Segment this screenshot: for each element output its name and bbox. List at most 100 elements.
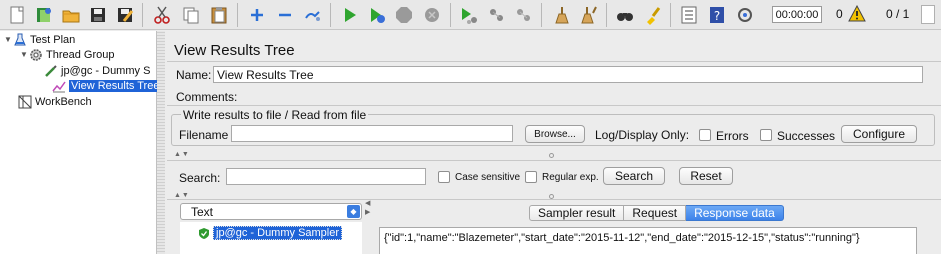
new-icon[interactable] <box>6 4 28 26</box>
renderer-select-value: Text <box>191 204 214 219</box>
options-icon[interactable] <box>734 4 756 26</box>
paste-icon[interactable] <box>208 4 230 26</box>
successes-label: Successes <box>777 129 836 143</box>
success-shield-icon <box>199 228 209 239</box>
toolbar-separator <box>541 3 542 27</box>
gear-icon <box>30 48 42 61</box>
collapse-left-icon[interactable]: ◀ <box>365 199 371 207</box>
response-data-area[interactable]: {"id":1,"name":"Blazemeter","start_date"… <box>379 227 917 254</box>
expand-triangle-icon[interactable]: ▼ <box>4 35 13 44</box>
help-icon[interactable]: ? <box>706 4 728 26</box>
name-label: Name: <box>176 68 212 82</box>
clear-all-icon[interactable] <box>578 4 600 26</box>
toolbar-separator <box>237 3 238 27</box>
name-field[interactable]: View Results Tree <box>213 66 923 83</box>
expand-triangle-icon[interactable]: ▼ <box>20 50 29 59</box>
result-item-label: jp@gc - Dummy Sampler <box>213 226 343 240</box>
tree-node-label: View Results Tree <box>69 79 162 92</box>
graph-icon <box>52 81 66 92</box>
response-body: {"id":1,"name":"Blazemeter","start_date"… <box>384 232 860 244</box>
reset-search-icon[interactable] <box>642 4 664 26</box>
tab-response-data[interactable]: Response data <box>686 205 784 221</box>
save-icon[interactable] <box>87 4 109 26</box>
toolbar-separator <box>606 3 607 27</box>
successes-checkbox[interactable] <box>760 129 772 141</box>
page-title: View Results Tree <box>174 42 295 59</box>
chevron-updown-icon: ◆ <box>347 205 360 218</box>
divider <box>167 160 941 161</box>
flask-icon <box>14 33 26 45</box>
filename-label: Filename <box>179 128 229 142</box>
pipette-icon <box>45 64 57 77</box>
toolbar-separator <box>450 3 451 27</box>
save-as-icon[interactable] <box>114 4 136 26</box>
regex-checkbox[interactable] <box>525 171 537 183</box>
copy-icon[interactable] <box>180 4 202 26</box>
start-no-pauses-icon[interactable] <box>366 4 388 26</box>
error-count: 0 <box>836 7 843 21</box>
expand-right-icon[interactable]: ▶ <box>365 208 371 216</box>
active-threads: 0 / 1 <box>886 7 910 21</box>
tab-request[interactable]: Request <box>624 205 687 221</box>
tree-node-test-plan[interactable]: ▼ Test Plan <box>4 32 75 47</box>
browse-button[interactable]: Browse... <box>525 125 585 143</box>
results-list: jp@gc - Dummy Sampler <box>180 222 362 254</box>
divider <box>167 199 941 200</box>
split-pane-divider[interactable] <box>157 31 165 254</box>
search-button[interactable]: Search <box>603 167 665 185</box>
tab-sampler-result[interactable]: Sampler result <box>529 205 625 221</box>
reset-button[interactable]: Reset <box>679 167 733 185</box>
svg-text:?: ? <box>714 9 720 23</box>
view-results-tree-panel: View Results Tree Name: View Results Tre… <box>167 31 941 254</box>
toolbar-separator <box>330 3 331 27</box>
warning-icon[interactable] <box>848 5 866 23</box>
search-input[interactable] <box>226 168 426 185</box>
shutdown-icon[interactable] <box>421 4 443 26</box>
search-icon[interactable] <box>614 4 636 26</box>
tree-node-label: WorkBench <box>35 95 92 108</box>
divider <box>167 61 941 62</box>
tree-node-dummy-sampler[interactable]: jp@gc - Dummy S <box>44 63 150 78</box>
tree-node-thread-group[interactable]: ▼ Thread Group <box>20 47 114 62</box>
log-display-label: Log/Display Only: <box>595 128 690 142</box>
function-helper-icon[interactable] <box>678 4 700 26</box>
divider <box>167 105 941 106</box>
case-sensitive-label: Case sensitive <box>455 172 521 183</box>
splitter-handle-icon[interactable] <box>549 153 554 158</box>
start-icon[interactable] <box>339 4 361 26</box>
errors-checkbox[interactable] <box>699 129 711 141</box>
collapse-arrows-icon[interactable]: ▲▼ <box>174 151 190 158</box>
remote-stop-icon[interactable] <box>485 4 507 26</box>
collapse-arrows-icon[interactable]: ▲▼ <box>174 192 190 199</box>
remote-shutdown-icon[interactable] <box>512 4 534 26</box>
workbench-icon <box>18 95 32 108</box>
stop-icon[interactable] <box>393 4 415 26</box>
toolbar-separator <box>142 3 143 27</box>
filename-field[interactable] <box>231 125 513 142</box>
open-icon[interactable] <box>60 4 82 26</box>
elapsed-timer: 00:00:00 <box>772 6 822 23</box>
comments-label: Comments: <box>176 90 238 104</box>
toggle-icon[interactable] <box>302 4 324 26</box>
result-item[interactable]: jp@gc - Dummy Sampler <box>198 226 343 240</box>
collapse-icon[interactable] <box>274 4 296 26</box>
remote-start-icon[interactable] <box>458 4 480 26</box>
results-split-divider[interactable]: ◀ ▶ <box>365 199 375 254</box>
case-sensitive-checkbox[interactable] <box>438 171 450 183</box>
tree-node-view-results-tree[interactable]: View Results Tree <box>52 78 162 93</box>
clear-icon[interactable] <box>550 4 572 26</box>
templates-icon[interactable] <box>33 4 55 26</box>
file-group-legend: Write results to file / Read from file <box>181 108 369 122</box>
tree-node-label: Test Plan <box>30 33 76 46</box>
renderer-select[interactable]: Text ◆ <box>180 203 362 220</box>
main-toolbar: ? 00:00:00 0 0 / 1 <box>0 0 941 30</box>
search-label: Search: <box>179 171 221 185</box>
configure-button[interactable]: Configure <box>841 125 917 143</box>
expand-icon[interactable] <box>246 4 268 26</box>
tree-node-workbench[interactable]: WorkBench <box>18 94 92 109</box>
toolbar-grip[interactable] <box>921 5 935 24</box>
cut-icon[interactable] <box>151 4 173 26</box>
response-tabs: Sampler result Request Response data <box>529 205 784 221</box>
regex-label: Regular exp. <box>542 172 599 183</box>
tree-node-label: jp@gc - Dummy S <box>61 64 151 77</box>
